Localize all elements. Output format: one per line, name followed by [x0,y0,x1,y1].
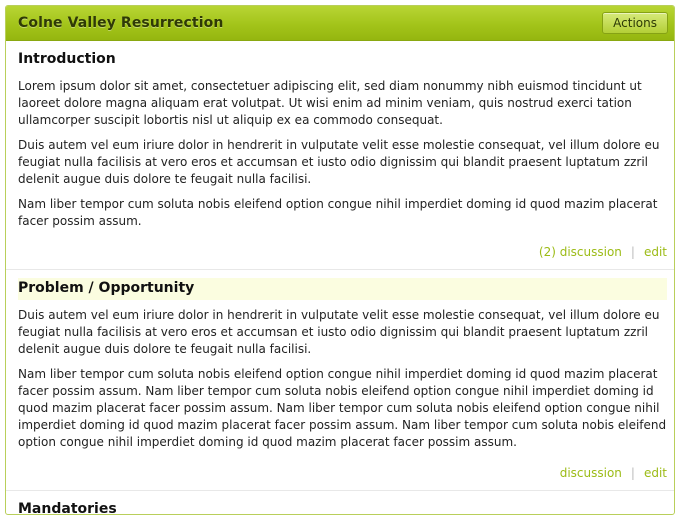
actions-button[interactable]: Actions [602,12,668,34]
section-title: Problem / Opportunity [18,278,667,300]
discussion-link[interactable]: discussion [560,466,622,480]
section-mandatories: Mandatories [6,491,674,515]
section-paragraph: Duis autem vel eum iriure dolor in hendr… [18,138,660,186]
panel-title: Colne Valley Resurrection [18,15,224,31]
section-title: Mandatories [18,501,117,515]
section-paragraph: Lorem ipsum dolor sit amet, consectetuer… [18,79,642,127]
separator: | [630,245,635,259]
section-title: Introduction [18,51,116,67]
project-panel: Colne Valley Resurrection Actions Introd… [5,5,675,515]
discussion-link[interactable]: (2) discussion [539,245,622,259]
section-problem-opportunity: Problem / Opportunity Duis autem vel eum… [6,270,674,491]
panel-header: Colne Valley Resurrection Actions [6,6,674,41]
section-paragraph: Nam liber tempor cum soluta nobis eleife… [18,197,658,228]
section-paragraph: Nam liber tempor cum soluta nobis eleife… [18,367,667,449]
edit-link[interactable]: edit [644,245,667,259]
section-actions: (2) discussion | edit [18,238,667,269]
section-actions: discussion | edit [18,459,667,490]
edit-link[interactable]: edit [644,466,667,480]
separator: | [630,466,635,480]
section-introduction: Introduction Lorem ipsum dolor sit amet,… [6,41,674,270]
section-paragraph: Duis autem vel eum iriure dolor in hendr… [18,308,660,356]
